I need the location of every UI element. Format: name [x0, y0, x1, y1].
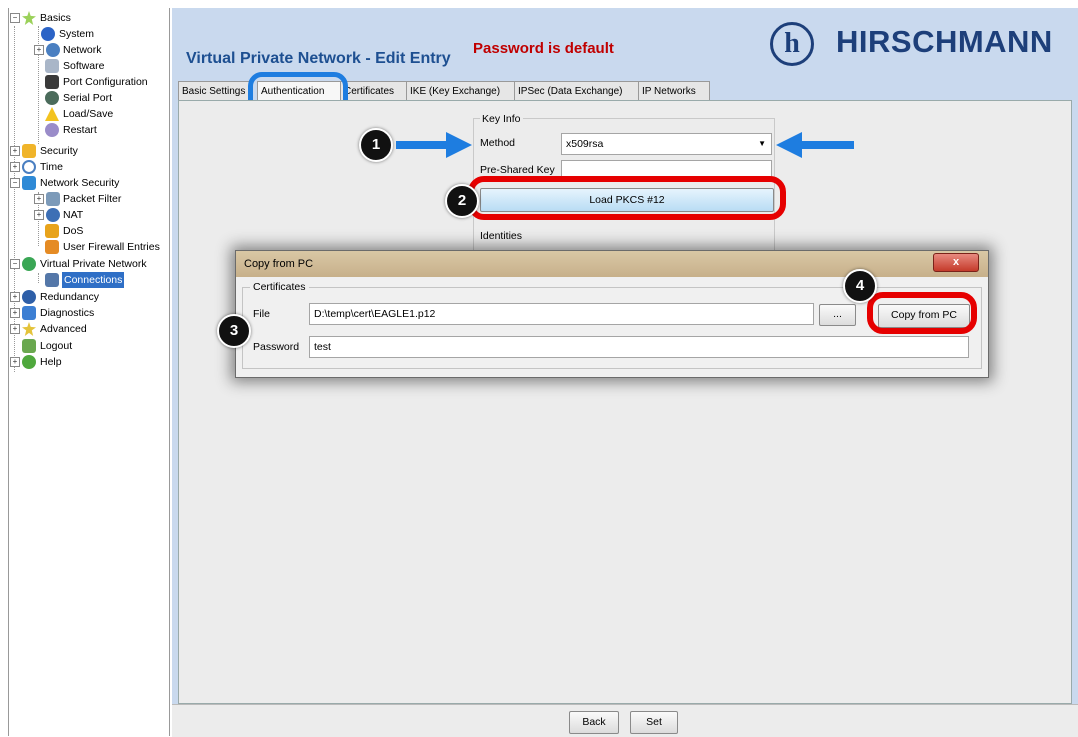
tree-label: Serial Port — [63, 92, 113, 104]
step-badge-2: 2 — [445, 184, 479, 218]
step-badge-1: 1 — [359, 128, 393, 162]
star-icon — [22, 11, 36, 25]
key-info-legend: Key Info — [480, 113, 523, 125]
file-path-input[interactable]: D:\temp\cert\EAGLE1.p12 — [309, 303, 814, 325]
password-label: Password — [253, 341, 300, 353]
tab-ipsec[interactable]: IPSec (Data Exchange) — [514, 81, 642, 101]
tree-label: Software — [63, 60, 105, 72]
step-badge-3: 3 — [217, 314, 251, 348]
vpn-icon — [22, 257, 36, 271]
back-button[interactable]: Back — [569, 711, 619, 734]
file-label: File — [253, 308, 270, 320]
tree-label: Virtual Private Network — [40, 258, 147, 270]
port-icon — [45, 75, 59, 89]
restart-icon — [45, 123, 59, 137]
brand-name: HIRSCHMANN — [836, 24, 1053, 59]
diagnostics-icon — [22, 306, 36, 320]
tree-label: Load/Save — [63, 108, 114, 120]
password-warning: Password is default — [473, 40, 614, 57]
page-title: Virtual Private Network - Edit Entry — [186, 50, 451, 67]
tree-label: DoS — [63, 225, 84, 237]
clock-icon — [22, 160, 36, 174]
highlight-ring — [867, 292, 977, 334]
logout-icon — [22, 339, 36, 353]
tab-certificates[interactable]: Certificates — [340, 81, 410, 101]
method-label: Method — [480, 137, 516, 149]
tree-label: Connections — [62, 272, 125, 288]
close-button[interactable]: x — [933, 253, 979, 272]
password-input[interactable]: test — [309, 336, 969, 358]
nat-icon — [46, 208, 60, 222]
set-button[interactable]: Set — [630, 711, 678, 734]
psk-label: Pre-Shared Key — [480, 164, 555, 176]
tree-label: NAT — [63, 209, 84, 221]
connections-icon — [45, 273, 59, 287]
firewall-icon — [45, 240, 59, 254]
tree-label: Packet Filter — [63, 193, 122, 205]
tree-label: Network Security — [40, 177, 120, 189]
tree-label: Diagnostics — [40, 307, 95, 319]
method-value: x509rsa — [566, 138, 604, 150]
chevron-down-icon: ▼ — [758, 139, 766, 148]
star-icon — [22, 322, 36, 336]
warning-icon — [45, 107, 59, 121]
arrow-right-icon — [396, 132, 472, 158]
tree-label: Security — [40, 145, 78, 157]
step-badge-4: 4 — [843, 269, 877, 303]
dos-icon — [45, 224, 59, 238]
tree-label: User Firewall Entries — [63, 241, 160, 253]
highlight-ring — [468, 176, 786, 220]
certificates-legend: Certificates — [250, 281, 309, 293]
lock-icon — [22, 144, 36, 158]
tree-label: Network — [63, 44, 102, 56]
browse-button[interactable]: ... — [819, 304, 856, 326]
help-icon — [22, 355, 36, 369]
tree-label: Basics — [40, 12, 71, 24]
footer-bar — [172, 704, 1078, 737]
tab-basic-settings[interactable]: Basic Settings — [178, 81, 250, 101]
tree-label: Restart — [63, 124, 97, 136]
software-icon — [45, 59, 59, 73]
shield-icon — [22, 176, 36, 190]
redundancy-icon — [22, 290, 36, 304]
dialog-titlebar — [236, 251, 988, 277]
method-select[interactable]: x509rsa ▼ — [561, 133, 772, 155]
tree-label: Redundancy — [40, 291, 99, 303]
tab-ip-networks[interactable]: IP Networks — [638, 81, 710, 101]
tree-label: Logout — [40, 340, 73, 352]
hirschmann-logo-icon: h — [770, 22, 814, 66]
tab-ike[interactable]: IKE (Key Exchange) — [406, 81, 518, 101]
dialog-title: Copy from PC — [244, 258, 314, 270]
serial-icon — [45, 91, 59, 105]
navigation-tree: − Basics System + Network Software Port … — [8, 8, 170, 736]
info-icon — [41, 27, 55, 41]
filter-icon — [46, 192, 60, 206]
tree-label: System — [59, 28, 95, 40]
tree-label: Help — [40, 356, 62, 368]
identities-label: Identities — [480, 230, 523, 242]
tree-label: Time — [40, 161, 63, 173]
tree-label: Port Configuration — [63, 76, 148, 88]
tree-label: Advanced — [40, 323, 87, 335]
arrow-left-icon — [776, 132, 854, 158]
network-icon — [46, 43, 60, 57]
